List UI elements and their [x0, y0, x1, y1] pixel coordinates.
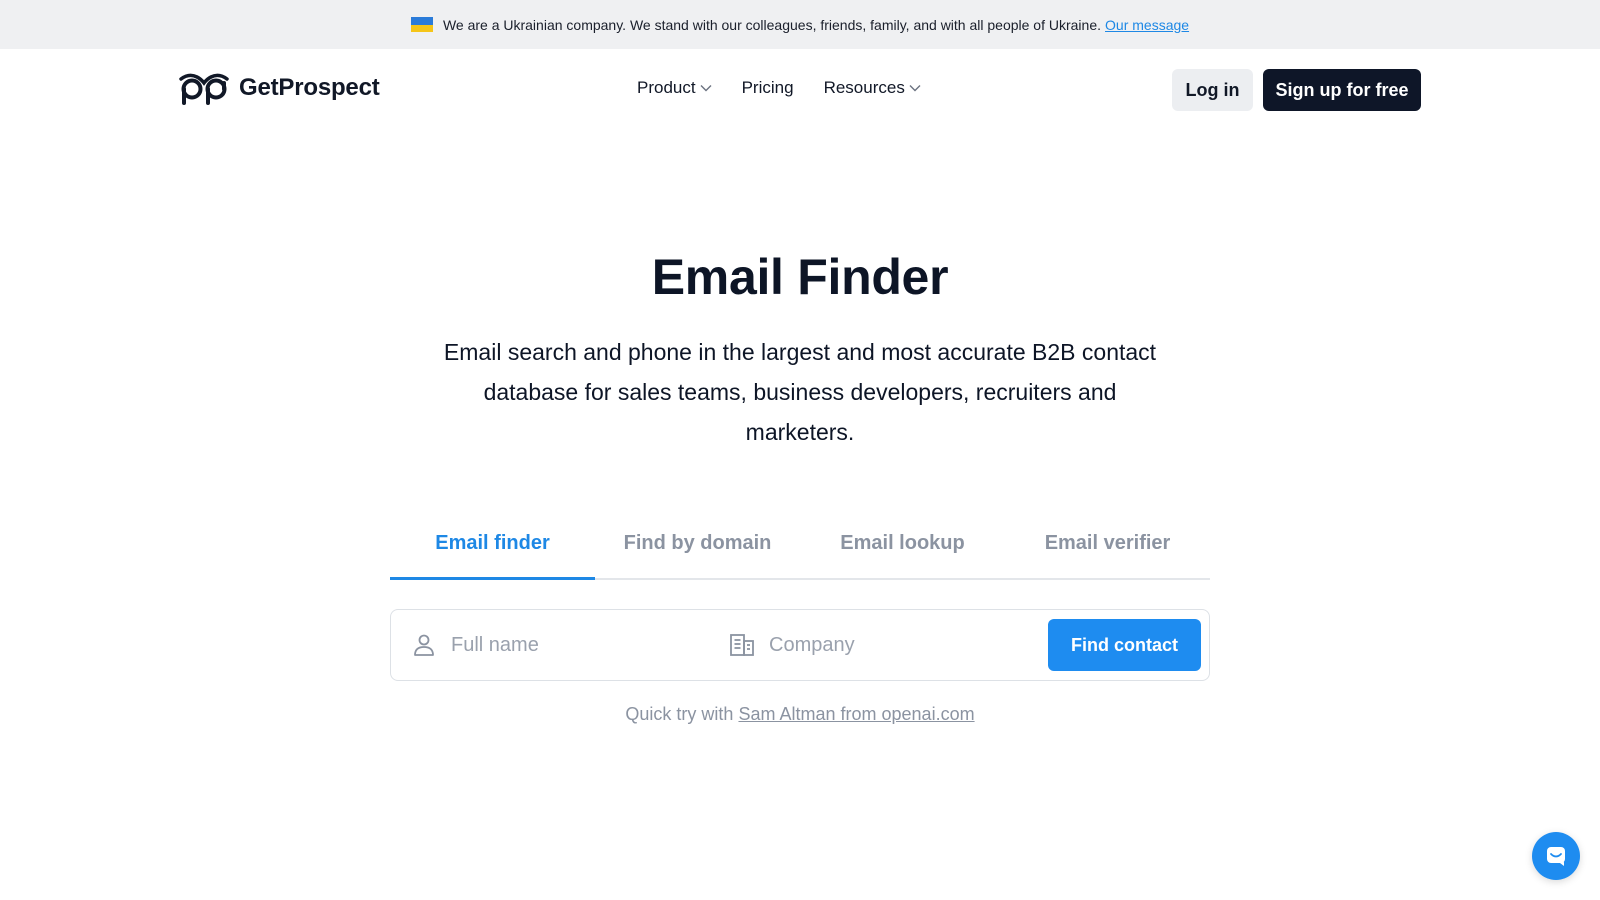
- login-button[interactable]: Log in: [1172, 69, 1253, 111]
- tab-find-by-domain[interactable]: Find by domain: [595, 520, 800, 578]
- banner-link[interactable]: Our message: [1105, 17, 1189, 33]
- finder-tabs: Email finder Find by domain Email lookup…: [390, 520, 1210, 580]
- site-header: GetProspect Product Pricing Resources Lo…: [0, 49, 1600, 129]
- chat-widget-button[interactable]: [1532, 832, 1580, 880]
- full-name-input[interactable]: [451, 633, 691, 657]
- nav-product[interactable]: Product: [637, 78, 712, 98]
- find-contact-button[interactable]: Find contact: [1048, 619, 1201, 671]
- full-name-field: [411, 610, 701, 680]
- ukraine-flag-icon: [410, 17, 433, 32]
- main-nav: Product Pricing Resources: [637, 78, 951, 98]
- owl-logo-icon: [179, 73, 229, 105]
- building-icon: [730, 634, 754, 656]
- search-form: Find contact: [390, 609, 1210, 681]
- brand-name: GetProspect: [239, 74, 380, 101]
- chat-bubble-icon: [1547, 847, 1565, 866]
- quick-try-link[interactable]: Sam Altman from openai.com: [738, 704, 974, 724]
- person-icon: [414, 634, 434, 656]
- page-subtitle: Email search and phone in the largest an…: [443, 339, 1157, 445]
- nav-resources[interactable]: Resources: [824, 78, 921, 98]
- nav-pricing[interactable]: Pricing: [742, 78, 794, 98]
- nav-product-label: Product: [637, 78, 696, 97]
- chevron-down-icon: [909, 85, 921, 92]
- chevron-down-icon: [700, 85, 712, 92]
- page-title: Email Finder: [651, 249, 949, 305]
- tab-email-verifier[interactable]: Email verifier: [1005, 520, 1210, 578]
- quick-try: Quick try with Sam Altman from openai.co…: [0, 704, 1600, 725]
- company-input[interactable]: [769, 633, 1009, 657]
- tab-email-finder[interactable]: Email finder: [390, 520, 595, 580]
- company-field: [729, 610, 1029, 680]
- tab-email-lookup[interactable]: Email lookup: [800, 520, 1005, 578]
- nav-pricing-label: Pricing: [741, 78, 794, 97]
- banner-message: We are a Ukrainian company. We stand wit…: [442, 16, 1102, 33]
- signup-button[interactable]: Sign up for free: [1263, 69, 1421, 111]
- ukraine-banner: We are a Ukrainian company. We stand wit…: [0, 0, 1600, 49]
- brand-logo[interactable]: GetProspect: [179, 71, 380, 105]
- quick-try-prefix: Quick try with: [625, 704, 734, 724]
- nav-resources-label: Resources: [823, 78, 905, 97]
